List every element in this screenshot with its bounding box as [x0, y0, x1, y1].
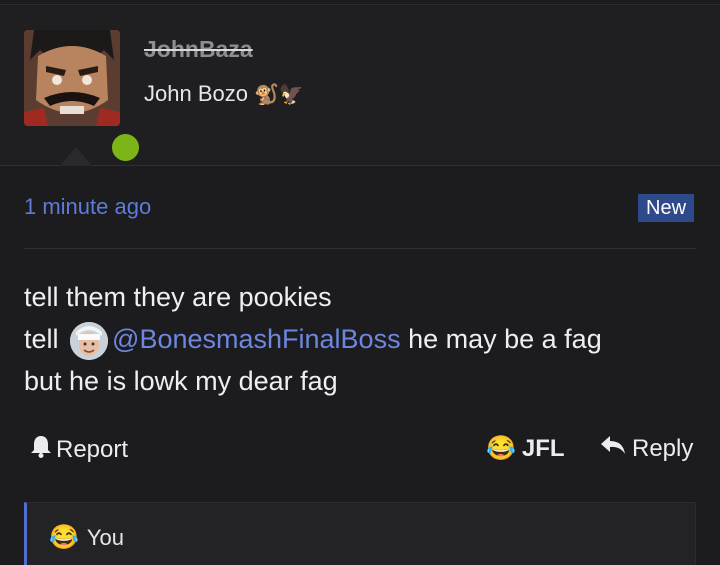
react-label: JFL	[521, 434, 565, 462]
post-body-line: tell @BonesmashFinalBoss he may be a fag	[24, 318, 704, 360]
avatar-image	[24, 30, 120, 126]
user-title-text: John Bozo	[144, 81, 248, 106]
body-text-suffix: he may be a fag	[400, 324, 602, 354]
online-status-indicator	[108, 130, 143, 165]
header-divider	[0, 165, 720, 166]
post-body-line: tell them they are pookies	[24, 282, 332, 312]
mention-avatar	[70, 321, 109, 360]
reaction-user-label: You	[86, 524, 125, 550]
header-pointer	[60, 147, 92, 166]
reply-label: Reply	[632, 434, 694, 462]
reply-arrow-icon	[600, 434, 626, 463]
reaction-list-item: 😂 You	[49, 523, 124, 552]
reply-button[interactable]: Reply	[600, 434, 693, 463]
author-username[interactable]: JohnBaza	[144, 36, 253, 63]
post-body-line: but he is lowk my dear fag	[24, 366, 338, 396]
body-text-prefix: tell	[24, 324, 59, 354]
laughing-emoji-icon: 😂	[486, 435, 516, 462]
user-mention-link[interactable]: @BonesmashFinalBoss	[112, 324, 401, 354]
author-user-title: John Bozo 🐒🦅	[144, 81, 304, 107]
author-avatar[interactable]	[24, 30, 143, 165]
new-badge: New	[638, 194, 695, 222]
post-timestamp[interactable]: 1 minute ago	[24, 194, 151, 220]
meta-divider	[24, 248, 696, 249]
user-title-emoji: 🐒🦅	[253, 83, 304, 106]
post-body: tell them they are pookies tell @Bonesma…	[24, 276, 704, 402]
post-actions-bar: Report 😂 JFL Reply	[24, 430, 696, 470]
reactions-summary[interactable]: 😂 You	[24, 502, 696, 565]
report-label: Report	[56, 435, 129, 463]
top-divider	[0, 4, 720, 5]
bell-icon	[30, 434, 52, 465]
report-button[interactable]: Report	[30, 434, 128, 465]
laughing-emoji-icon: 😂	[49, 524, 79, 551]
react-button[interactable]: 😂 JFL	[486, 434, 565, 463]
